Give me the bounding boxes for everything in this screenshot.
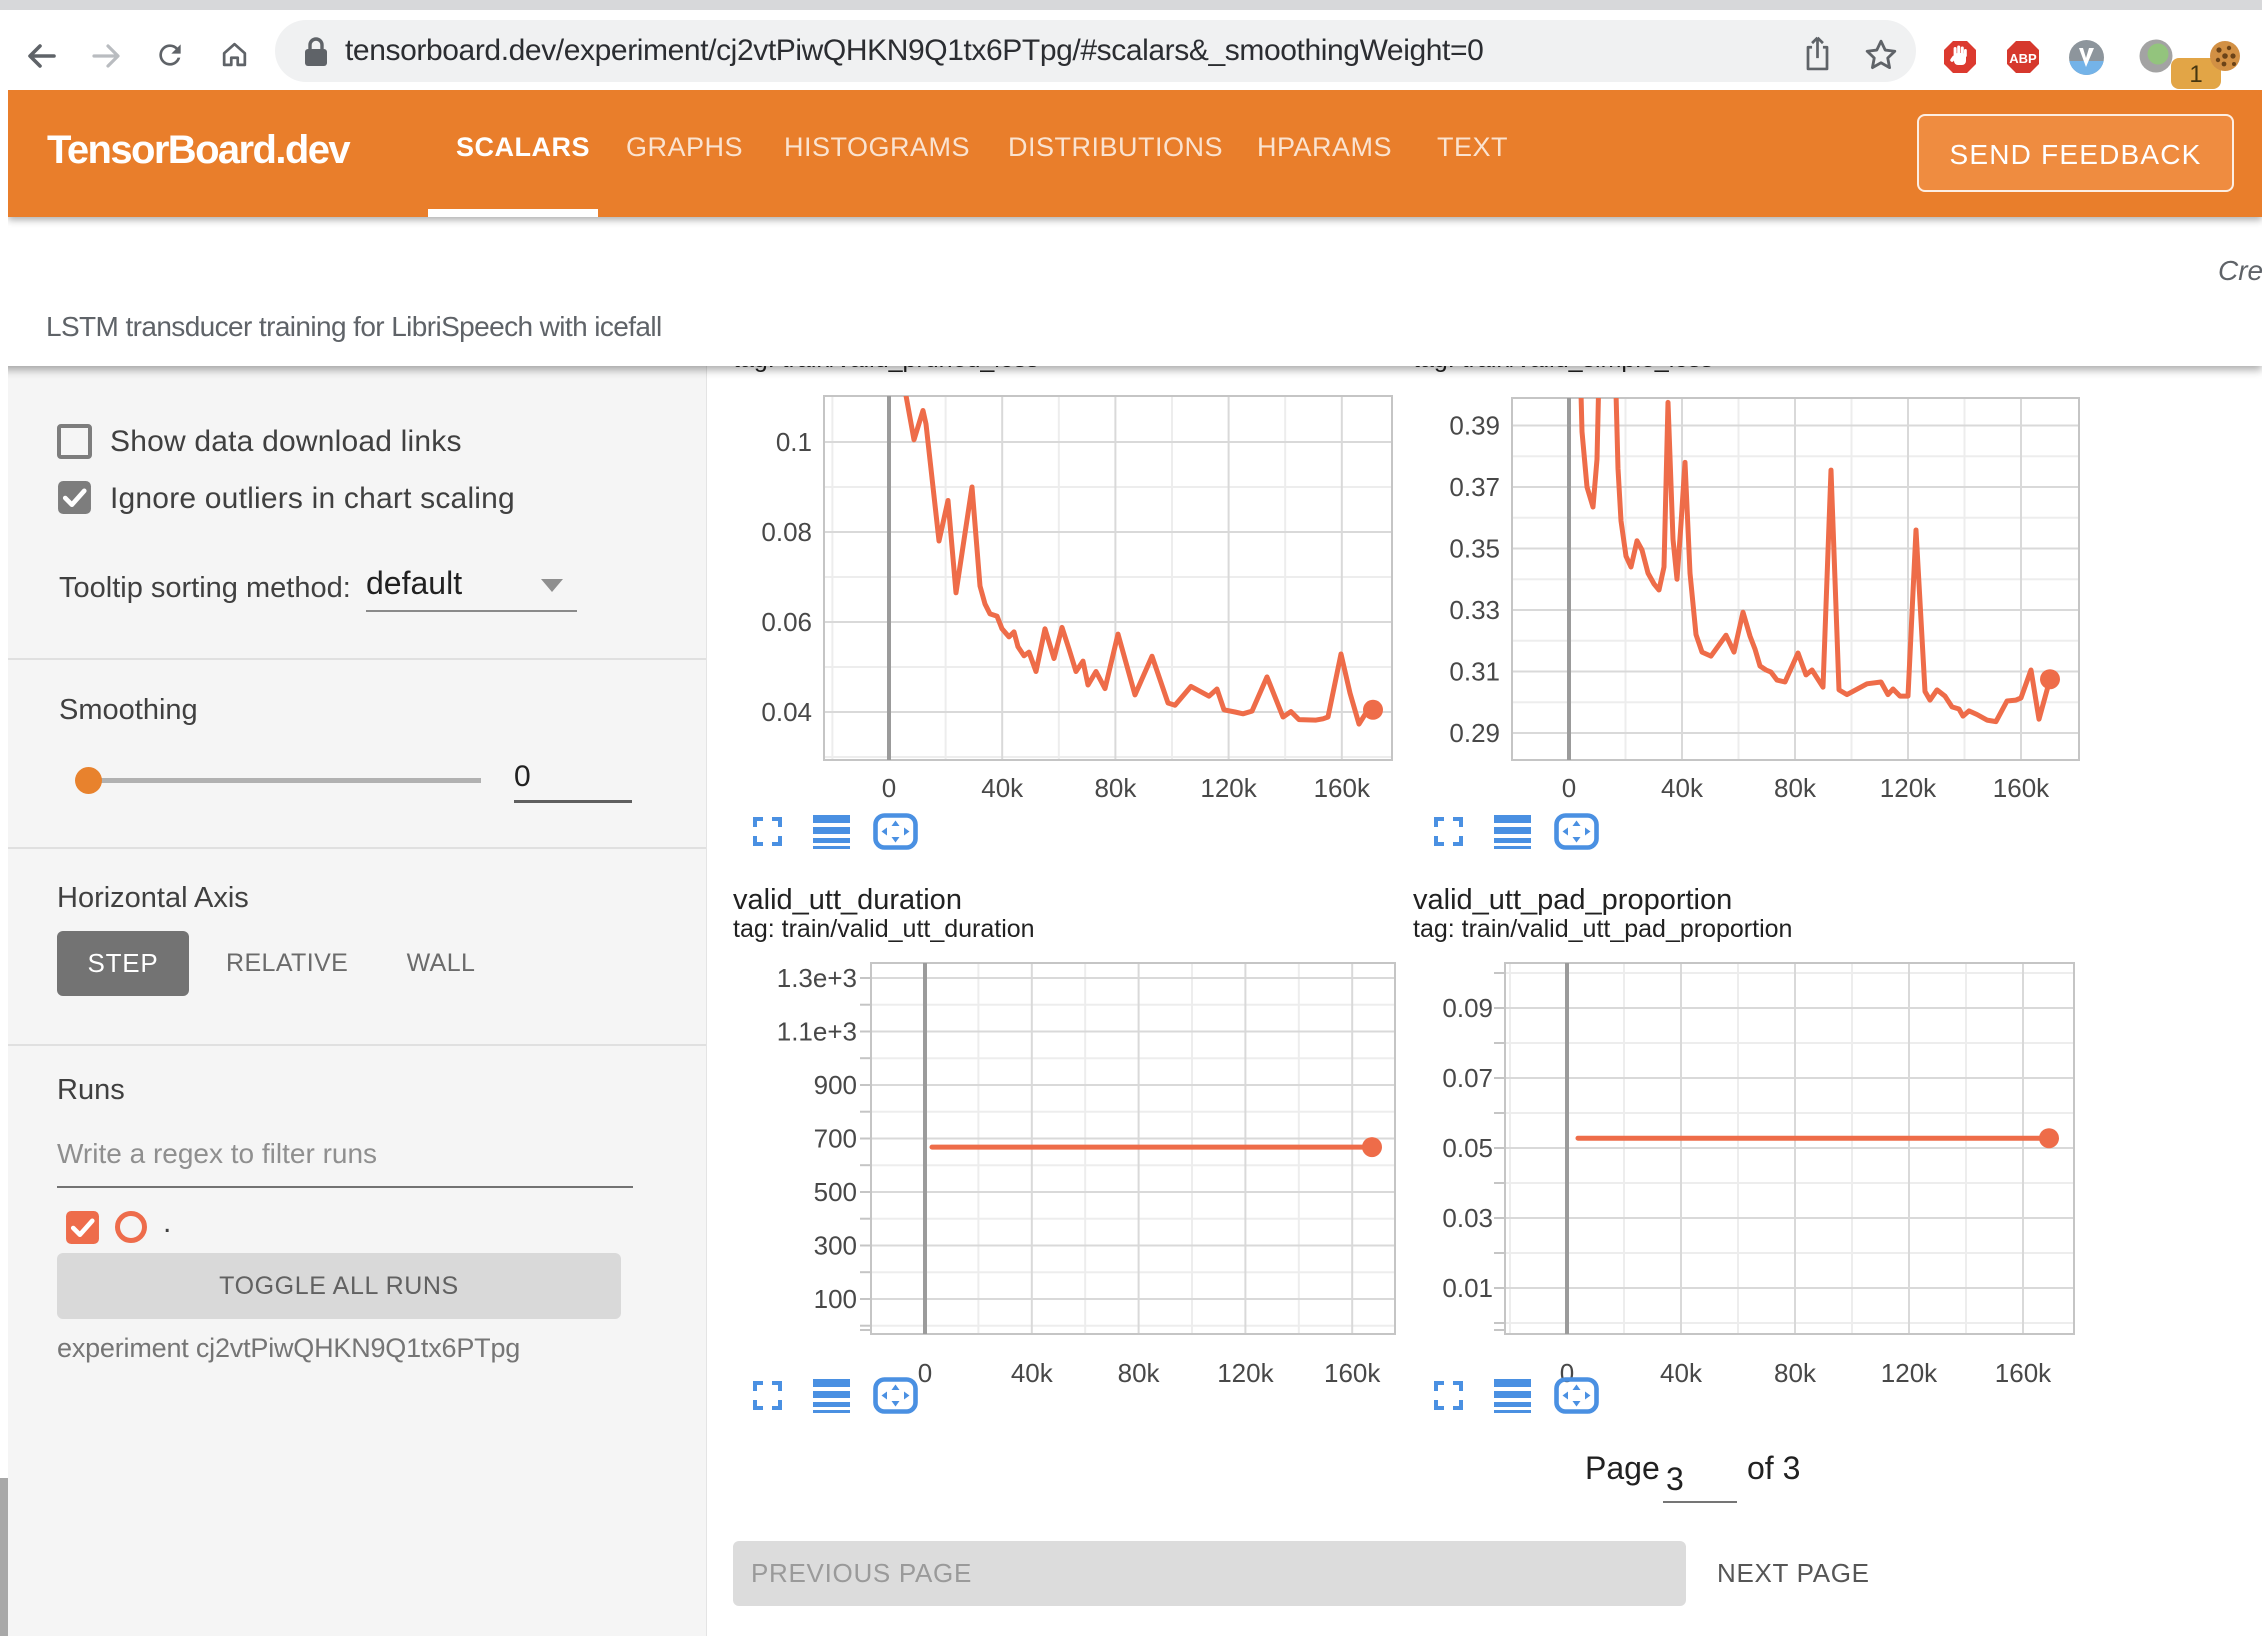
svg-text:0.31: 0.31 — [1449, 657, 1500, 687]
svg-text:40k: 40k — [1011, 1358, 1054, 1388]
svg-text:300: 300 — [814, 1231, 857, 1261]
svg-text:80k: 80k — [1118, 1358, 1161, 1388]
svg-text:0.1: 0.1 — [776, 427, 812, 457]
svg-text:0.07: 0.07 — [1442, 1063, 1493, 1093]
svg-text:0.04: 0.04 — [761, 697, 812, 727]
svg-text:40k: 40k — [981, 773, 1024, 803]
svg-text:160k: 160k — [1993, 773, 2050, 803]
svg-text:40k: 40k — [1660, 1358, 1703, 1388]
svg-text:0: 0 — [1562, 773, 1576, 803]
svg-text:120k: 120k — [1200, 773, 1257, 803]
svg-text:0.09: 0.09 — [1442, 993, 1493, 1023]
svg-text:900: 900 — [814, 1070, 857, 1100]
svg-text:500: 500 — [814, 1177, 857, 1207]
svg-text:40k: 40k — [1661, 773, 1704, 803]
svg-text:0.03: 0.03 — [1442, 1203, 1493, 1233]
svg-text:80k: 80k — [1094, 773, 1137, 803]
svg-text:1: 1 — [2189, 61, 2202, 88]
svg-text:1.3e+3: 1.3e+3 — [777, 963, 857, 993]
svg-text:700: 700 — [814, 1124, 857, 1154]
svg-text:0.01: 0.01 — [1442, 1273, 1493, 1303]
svg-text:0.06: 0.06 — [761, 607, 812, 637]
svg-text:0.39: 0.39 — [1449, 411, 1500, 441]
svg-text:80k: 80k — [1774, 773, 1817, 803]
svg-text:0: 0 — [918, 1358, 932, 1388]
svg-text:160k: 160k — [1314, 773, 1371, 803]
svg-text:160k: 160k — [1995, 1358, 2052, 1388]
svg-text:120k: 120k — [1217, 1358, 1274, 1388]
svg-text:0.35: 0.35 — [1449, 534, 1500, 564]
svg-text:100: 100 — [814, 1284, 857, 1314]
svg-text:80k: 80k — [1774, 1358, 1817, 1388]
svg-text:0.05: 0.05 — [1442, 1133, 1493, 1163]
svg-text:120k: 120k — [1881, 1358, 1938, 1388]
svg-text:160k: 160k — [1324, 1358, 1381, 1388]
svg-text:1.1e+3: 1.1e+3 — [777, 1017, 857, 1047]
svg-text:0.33: 0.33 — [1449, 595, 1500, 625]
svg-text:0: 0 — [882, 773, 896, 803]
svg-text:0.29: 0.29 — [1449, 718, 1500, 748]
svg-text:120k: 120k — [1880, 773, 1937, 803]
svg-text:ABP: ABP — [2009, 51, 2037, 66]
svg-text:0.37: 0.37 — [1449, 472, 1500, 502]
svg-text:0.08: 0.08 — [761, 517, 812, 547]
